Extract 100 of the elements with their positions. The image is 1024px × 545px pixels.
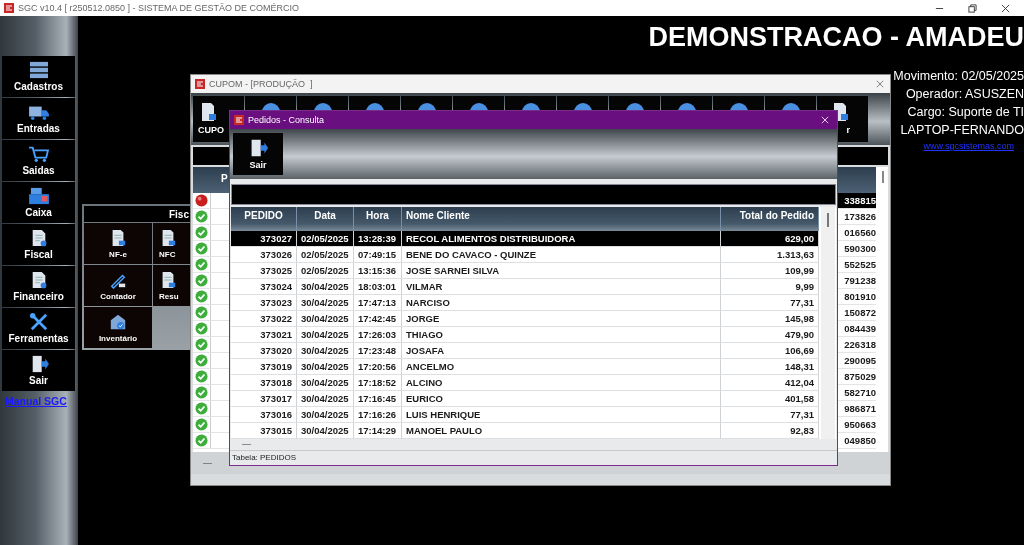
- table-cell: 373026: [231, 247, 297, 263]
- footer-mark: —: [203, 458, 212, 468]
- table-cell: 373020: [231, 343, 297, 359]
- table-cell: MANOEL PAULO: [402, 423, 721, 439]
- table-cell: THIAGO: [402, 327, 721, 343]
- sidebar-button[interactable]: Ferramentas: [2, 308, 75, 349]
- tools-icon: [27, 313, 50, 331]
- table-cell: 373018: [231, 375, 297, 391]
- table-cell: NARCISO: [402, 295, 721, 311]
- sidebar-button[interactable]: Entradas: [2, 98, 75, 139]
- sidebar-button[interactable]: Financeiro: [2, 266, 75, 307]
- sidebar-button[interactable]: Sair: [2, 350, 75, 391]
- summary-button[interactable]: Resu: [153, 265, 190, 306]
- column-header[interactable]: PEDIDO: [231, 207, 297, 231]
- scrollbar[interactable]: [821, 207, 835, 439]
- table-cell: BENE DO CAVACO - QUINZE: [402, 247, 721, 263]
- table-cell-text: 552525: [843, 258, 876, 272]
- table-cell: 145,98: [721, 311, 819, 327]
- table-cell-text: 582710: [843, 386, 876, 400]
- table-cell: 77,31: [721, 407, 819, 423]
- accountant-button[interactable]: Contador: [84, 265, 152, 306]
- nfc-button[interactable]: NFC: [153, 223, 190, 264]
- table-cell-text: 150872: [843, 306, 876, 320]
- table-cell-text: 084439: [843, 322, 876, 336]
- column-header[interactable]: Nome Cliente: [402, 207, 721, 231]
- table-cell: 02/05/2025: [297, 263, 354, 279]
- cart-icon: [27, 145, 50, 163]
- table-cell: 30/04/2025: [297, 391, 354, 407]
- table-cell: 17:18:52: [354, 375, 402, 391]
- table-cell-text: 791238: [843, 274, 876, 288]
- table-cell: ALCINO: [402, 375, 721, 391]
- table-cell: 30/04/2025: [297, 295, 354, 311]
- table-cell-text: 226318: [843, 338, 876, 352]
- table-cell: 373025: [231, 263, 297, 279]
- table-cell-text: 986871: [843, 402, 876, 416]
- column-header[interactable]: Total do Pedido: [721, 207, 819, 231]
- column-header[interactable]: Data: [297, 207, 354, 231]
- table-cell: 373022: [231, 311, 297, 327]
- table-cell: RECOL ALIMENTOS DISTRIBUIDORA: [402, 231, 721, 247]
- app-logo-icon: [234, 115, 244, 125]
- table-cell-text: 290095: [843, 354, 876, 368]
- table-cell: 109,99: [721, 263, 819, 279]
- table-cell-text: 173826: [843, 210, 876, 224]
- window-title: SGC v10.4 [ r250512.0850 ] - SISTEMA DE GESTÃO DE COMÉRCIO: [18, 3, 300, 13]
- table-cell: 479,90: [721, 327, 819, 343]
- inventory-button[interactable]: Inventário: [84, 307, 152, 348]
- table-cell: 17:47:13: [354, 295, 402, 311]
- house-check-icon: [109, 312, 127, 331]
- table-cell: 629,00: [721, 231, 819, 247]
- table-cell-text: 049850: [843, 434, 876, 448]
- restore-icon[interactable]: [968, 3, 977, 13]
- table-cell: 373027: [231, 231, 297, 247]
- window-title: CUPOM - [PRODUÇÃO ]: [209, 79, 313, 89]
- table-cell: 412,04: [721, 375, 819, 391]
- table-cell: 02/05/2025: [297, 231, 354, 247]
- table-cell: 338815: [836, 193, 876, 208]
- table-cell: 106,69: [721, 343, 819, 359]
- table-cell: 17:20:56: [354, 359, 402, 375]
- session-info-text: Cargo: Suporte de TI: [907, 104, 1024, 121]
- table-cell: 1.313,63: [721, 247, 819, 263]
- table-cell: 17:26:03: [354, 327, 402, 343]
- table-cell: 373019: [231, 359, 297, 375]
- sidebar-button[interactable]: Caixa: [2, 182, 75, 223]
- table-cell: 373023: [231, 295, 297, 311]
- close-icon[interactable]: [1001, 3, 1010, 13]
- table-cell: 07:49:15: [354, 247, 402, 263]
- sidebar-button[interactable]: Saidas: [2, 140, 75, 181]
- exit-button[interactable]: Sair: [233, 133, 283, 175]
- window-title: Pedidos - Consulta: [248, 115, 325, 125]
- table-cell: 02/05/2025: [297, 247, 354, 263]
- table-cell: 30/04/2025: [297, 327, 354, 343]
- session-info-text: Operador: ASUSZEN: [905, 86, 1024, 103]
- footer-mark: —: [242, 439, 251, 450]
- table-cell: 30/04/2025: [297, 375, 354, 391]
- table-cell: 30/04/2025: [297, 359, 354, 375]
- nfe-button[interactable]: NF-e: [84, 223, 152, 264]
- table-cell: 17:14:29: [354, 423, 402, 439]
- sidebar-button[interactable]: Cadastros: [2, 56, 75, 97]
- cash-register-icon: [27, 187, 50, 205]
- column-header[interactable]: Hora: [354, 207, 402, 231]
- table-cell: 30/04/2025: [297, 279, 354, 295]
- app-logo-icon: [195, 79, 205, 89]
- table-cell: JORGE: [402, 311, 721, 327]
- status-text: Tabela: PEDIDOS: [232, 453, 297, 463]
- table-cell-text: 590300: [843, 242, 876, 256]
- table-cell: 373016: [231, 407, 297, 423]
- table-cell: 373015: [231, 423, 297, 439]
- table-cell: VILMAR: [402, 279, 721, 295]
- table-cell: 18:03:01: [354, 279, 402, 295]
- session-info-text: LAPTOP-FERNANDO: [900, 122, 1024, 139]
- table-cell: EURICO: [402, 391, 721, 407]
- table-cell: LUIS HENRIQUE: [402, 407, 721, 423]
- table-cell: 373024: [231, 279, 297, 295]
- table-cell: 92,83: [721, 423, 819, 439]
- table-cell: 13:15:36: [354, 263, 402, 279]
- table-cell: 17:42:45: [354, 311, 402, 327]
- table-cell: 148,31: [721, 359, 819, 375]
- table-cell: 17:23:48: [354, 343, 402, 359]
- sidebar-button[interactable]: Fiscal: [2, 224, 75, 265]
- scrollbar[interactable]: [882, 171, 884, 183]
